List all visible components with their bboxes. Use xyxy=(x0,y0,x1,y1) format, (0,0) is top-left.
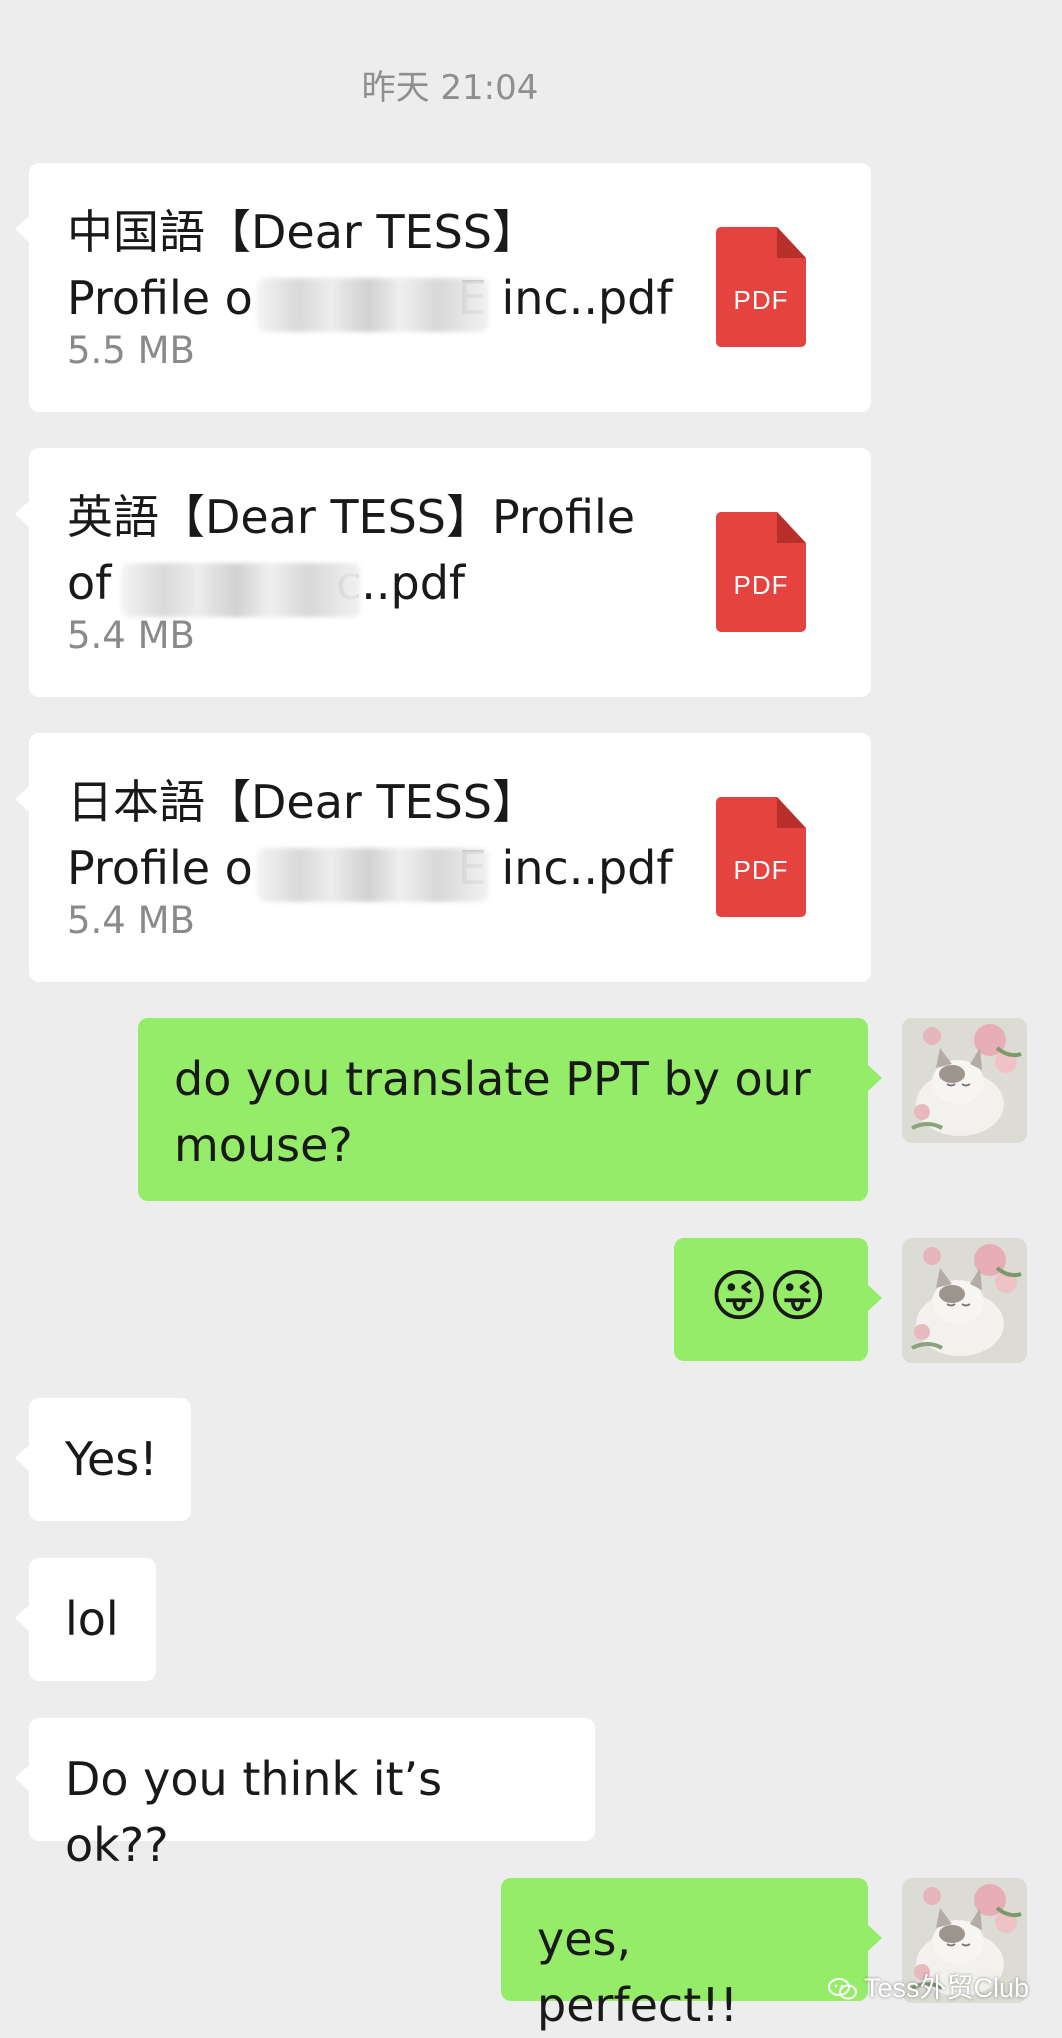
file-size: 5.4 MB xyxy=(67,614,195,657)
file-size: 5.5 MB xyxy=(67,329,195,372)
file-name-part: 中国語【Dear TESS】 xyxy=(67,205,539,259)
winking-tongue-face-icon: 😜😜 xyxy=(710,1264,827,1329)
file-name-part: 日本語【Dear TESS】 xyxy=(67,775,539,829)
file-name-part: E inc..pdf xyxy=(457,271,673,325)
message-text: Do you think it’s ok?? xyxy=(65,1752,443,1872)
cat-with-flowers-avatar-image xyxy=(902,1238,1027,1363)
message-bubble-outgoing[interactable]: do you translate PPT by our mouse? xyxy=(138,1018,882,1201)
file-name-part: 英語【Dear TESS】Profile xyxy=(67,490,636,544)
message-bubble-incoming[interactable]: Yes! xyxy=(15,1398,191,1521)
wechat-icon xyxy=(828,1978,857,2000)
message-bubble-outgoing[interactable]: 😜😜 xyxy=(674,1238,882,1361)
message-bubble-incoming[interactable]: lol xyxy=(15,1558,156,1681)
file-name-part: of xyxy=(67,556,126,610)
file-name-part: E inc..pdf xyxy=(457,841,673,895)
pdf-icon: PDF xyxy=(716,227,806,347)
message-text: do you translate PPT by our mouse? xyxy=(174,1052,811,1172)
watermark-text: Tess外贸Club xyxy=(864,1973,1030,2003)
self-avatar[interactable] xyxy=(902,1018,1027,1143)
watermark: Tess外贸Club xyxy=(828,1966,1029,2005)
file-name-part: Profile o xyxy=(67,271,253,325)
pdf-icon: PDF xyxy=(716,512,806,632)
message-text: Yes! xyxy=(65,1432,158,1486)
pdf-icon: PDF xyxy=(716,797,806,917)
message-bubble-incoming[interactable]: Do you think it’s ok?? xyxy=(15,1718,595,1872)
self-avatar[interactable] xyxy=(902,1238,1027,1363)
pdf-icon-label: PDF xyxy=(733,570,789,600)
redacted-blur xyxy=(121,563,361,617)
chat-timestamp: 昨天 21:04 xyxy=(361,68,539,108)
file-name-part: Profile o xyxy=(67,841,253,895)
pdf-icon-label: PDF xyxy=(733,855,789,885)
file-message-1[interactable]: 中国語【Dear TESS】 Profile o E inc..pdf 5.5 M… xyxy=(15,163,871,412)
message-text: yes, perfect!! xyxy=(537,1912,739,2032)
redacted-blur xyxy=(257,848,489,902)
pdf-icon-label: PDF xyxy=(733,285,789,315)
message-text: lol xyxy=(65,1592,119,1646)
redacted-blur xyxy=(257,278,489,332)
message-bubble-outgoing[interactable]: yes, perfect!! xyxy=(501,1878,882,2032)
cat-with-flowers-avatar-image xyxy=(902,1018,1027,1143)
file-size: 5.4 MB xyxy=(67,899,195,942)
file-message-3[interactable]: 日本語【Dear TESS】 Profile o E inc..pdf 5.4 M… xyxy=(15,733,871,982)
file-message-2[interactable]: 英語【Dear TESS】Profile of c..pdf 5.4 MB PD… xyxy=(15,448,871,697)
